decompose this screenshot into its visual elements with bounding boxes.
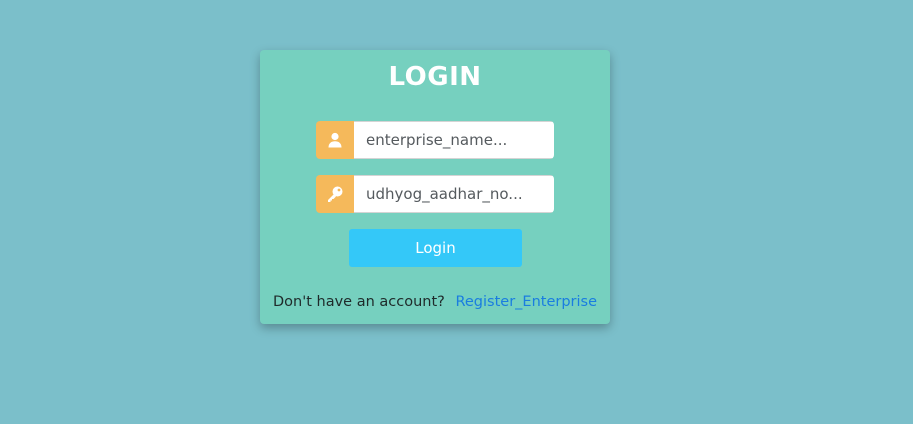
- key-icon: [316, 175, 354, 213]
- login-title: LOGIN: [388, 62, 482, 92]
- enterprise-name-input[interactable]: [354, 121, 554, 159]
- enterprise-name-field: [316, 121, 554, 159]
- user-icon: [316, 121, 354, 159]
- login-card: LOGIN Login Don't have an account? Regis…: [260, 50, 610, 324]
- register-prompt-text: Don't have an account?: [273, 294, 445, 310]
- register-enterprise-link[interactable]: Register_Enterprise: [455, 294, 597, 310]
- login-button[interactable]: Login: [349, 229, 522, 267]
- register-prompt: Don't have an account? Register_Enterpri…: [260, 294, 610, 310]
- udhyog-aadhar-field: [316, 175, 554, 213]
- udhyog-aadhar-input[interactable]: [354, 175, 554, 213]
